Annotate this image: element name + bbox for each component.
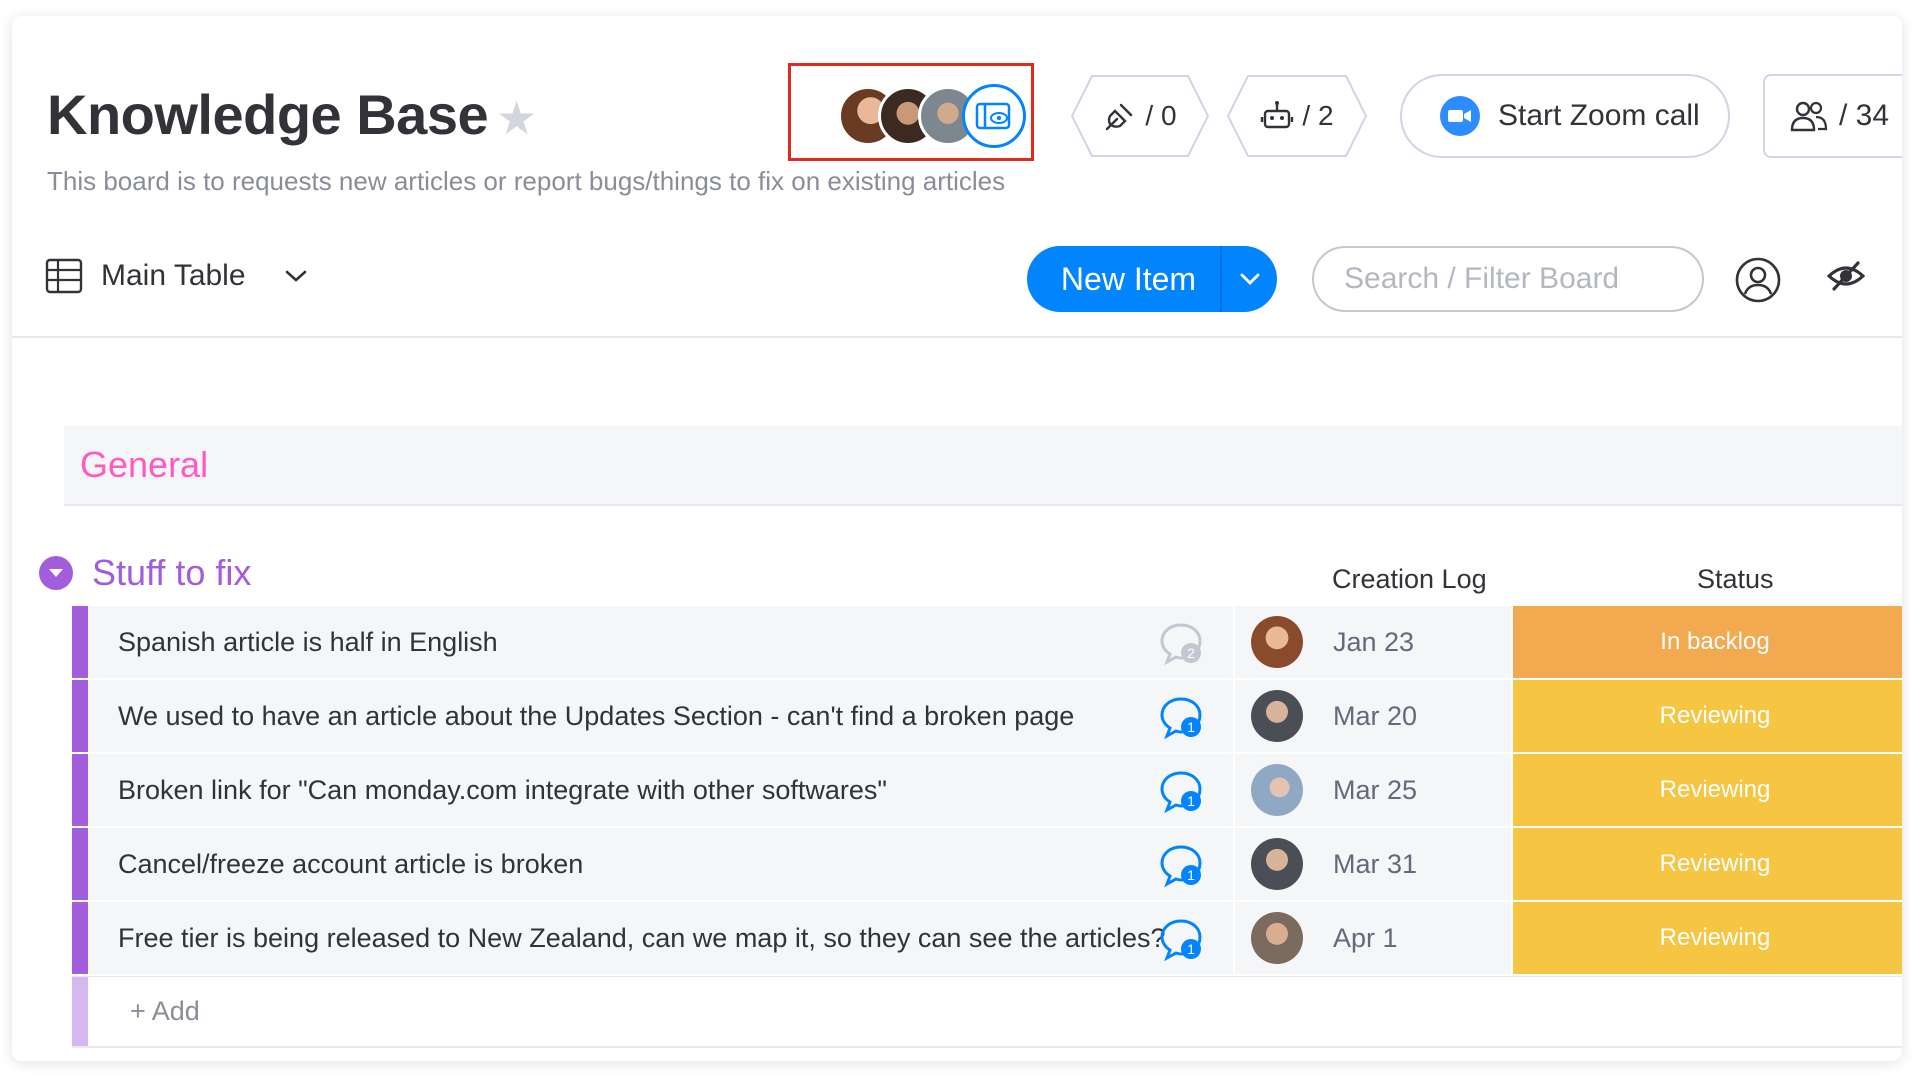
star-icon[interactable]: ★ — [496, 94, 544, 142]
updates-count: 1 — [1187, 719, 1195, 735]
table-row[interactable]: Free tier is being released to New Zeala… — [72, 902, 1902, 976]
status-badge[interactable]: Reviewing — [1511, 828, 1902, 900]
plug-icon — [1106, 103, 1133, 131]
creation-date: Mar 25 — [1333, 774, 1418, 805]
status-badge[interactable]: Reviewing — [1511, 902, 1902, 974]
table-row[interactable]: Broken link for "Can monday.com integrat… — [72, 754, 1902, 828]
creation-log-cell[interactable]: Mar 31 — [1233, 828, 1511, 900]
creation-date: Mar 31 — [1333, 848, 1418, 879]
items-table: Spanish article is half in English 2 Jan… — [72, 606, 1902, 1048]
collapse-group-button[interactable] — [39, 556, 73, 590]
zoom-label: Start Zoom call — [1498, 99, 1700, 132]
integrations-button[interactable]: / 0 — [1070, 74, 1210, 158]
group-color-stripe — [72, 754, 88, 826]
creation-log-cell[interactable]: Jan 23 — [1233, 606, 1511, 678]
creation-log-cell[interactable]: Mar 20 — [1233, 680, 1511, 752]
group-color-stripe — [72, 680, 88, 752]
add-item-input[interactable]: + Add — [88, 977, 200, 1046]
members-button[interactable]: / 34 — [1763, 74, 1902, 158]
group-color-stripe — [72, 606, 88, 678]
toolbar-divider — [12, 336, 1902, 338]
item-name[interactable]: Broken link for "Can monday.com integrat… — [118, 775, 887, 806]
avatar[interactable] — [1251, 690, 1303, 742]
speech-bubble-icon[interactable]: 1 — [1157, 694, 1205, 742]
table-row[interactable]: We used to have an article about the Upd… — [72, 680, 1902, 754]
avatar[interactable] — [1251, 838, 1303, 890]
speech-bubble-icon[interactable]: 1 — [1157, 768, 1205, 816]
item-name[interactable]: Free tier is being released to New Zeala… — [118, 923, 1166, 954]
item-name-cell[interactable]: Spanish article is half in English 2 — [88, 606, 1233, 678]
new-item-label[interactable]: New Item — [1027, 261, 1220, 298]
eye-off-icon[interactable] — [1826, 256, 1866, 301]
chevron-down-icon — [1240, 273, 1259, 285]
integrations-count: / 0 — [1145, 100, 1177, 131]
speech-bubble-icon[interactable]: 2 — [1157, 620, 1205, 668]
automations-count: / 2 — [1302, 100, 1334, 131]
add-item-row[interactable]: + Add — [72, 976, 1902, 1048]
start-zoom-call-button[interactable]: Start Zoom call — [1400, 74, 1730, 158]
status-badge[interactable]: In backlog — [1511, 606, 1902, 678]
item-name-cell[interactable]: Free tier is being released to New Zeala… — [88, 902, 1233, 974]
creation-date: Jan 23 — [1333, 626, 1415, 657]
group-color-stripe — [72, 977, 88, 1046]
speech-bubble-icon[interactable]: 1 — [1157, 842, 1205, 890]
group-color-stripe — [72, 828, 88, 900]
zoom-camera-icon — [1440, 96, 1480, 136]
board-description[interactable]: This board is to requests new articles o… — [47, 166, 1005, 197]
person-circle-icon[interactable] — [1734, 256, 1782, 309]
group-color-stripe — [72, 902, 88, 974]
creation-log-cell[interactable]: Mar 25 — [1233, 754, 1511, 826]
updates-count: 2 — [1187, 645, 1195, 661]
item-name[interactable]: We used to have an article about the Upd… — [118, 701, 1074, 732]
table-row[interactable]: Cancel/freeze account article is broken … — [72, 828, 1902, 902]
item-name-cell[interactable]: We used to have an article about the Upd… — [88, 680, 1233, 752]
group-stuff-header: Stuff to fix Creation Log Status — [27, 536, 1902, 596]
members-count: / 34 — [1839, 99, 1890, 132]
search-filter-board[interactable] — [1312, 246, 1704, 312]
robot-icon — [1261, 101, 1294, 129]
updates-count: 1 — [1187, 867, 1195, 883]
page: Knowledge Base ★ This board is to reques… — [0, 0, 1920, 1080]
table-icon — [45, 258, 83, 294]
view-switcher[interactable]: Main Table — [45, 258, 308, 294]
updates-count: 1 — [1187, 793, 1195, 809]
item-name[interactable]: Cancel/freeze account article is broken — [118, 849, 583, 880]
new-item-button[interactable]: New Item — [1027, 246, 1277, 312]
group-title[interactable]: Stuff to fix — [92, 552, 251, 594]
group-title[interactable]: General — [80, 444, 208, 486]
avatar[interactable] — [1251, 616, 1303, 668]
column-header-creation-log[interactable]: Creation Log — [1332, 564, 1487, 595]
new-item-dropdown[interactable] — [1222, 272, 1277, 286]
chevron-down-icon — [49, 569, 63, 577]
people-icon — [1790, 101, 1828, 132]
chevron-down-icon[interactable] — [284, 268, 308, 284]
eye-icon[interactable] — [962, 84, 1026, 148]
status-badge[interactable]: Reviewing — [1511, 680, 1902, 752]
status-badge[interactable]: Reviewing — [1511, 754, 1902, 826]
creation-log-cell[interactable]: Apr 1 — [1233, 902, 1511, 974]
automations-button[interactable]: / 2 — [1226, 74, 1368, 158]
view-label: Main Table — [101, 259, 246, 292]
avatar[interactable] — [1251, 764, 1303, 816]
item-name-cell[interactable]: Broken link for "Can monday.com integrat… — [88, 754, 1233, 826]
item-name[interactable]: Spanish article is half in English — [118, 627, 498, 658]
item-name-cell[interactable]: Cancel/freeze account article is broken … — [88, 828, 1233, 900]
search-input[interactable] — [1344, 262, 1684, 296]
board-title[interactable]: Knowledge Base — [47, 82, 489, 147]
speech-bubble-icon[interactable]: 1 — [1157, 916, 1205, 964]
avatar[interactable] — [1251, 912, 1303, 964]
creation-date: Apr 1 — [1333, 922, 1398, 953]
column-header-status[interactable]: Status — [1697, 564, 1774, 595]
creation-date: Mar 20 — [1333, 700, 1418, 731]
board-card: Knowledge Base ★ This board is to reques… — [12, 16, 1902, 1061]
updates-count: 1 — [1187, 941, 1195, 957]
table-row[interactable]: Spanish article is half in English 2 Jan… — [72, 606, 1902, 680]
group-general-header[interactable]: General — [64, 426, 1902, 506]
